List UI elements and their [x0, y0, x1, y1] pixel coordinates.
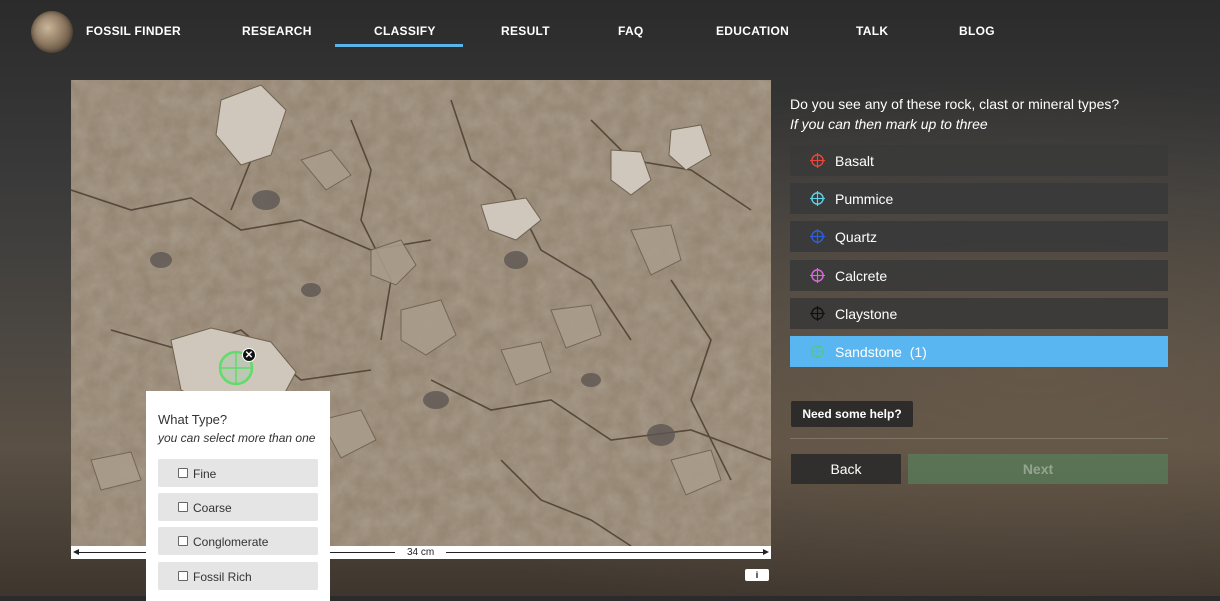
nav-faq[interactable]: FAQ	[618, 24, 644, 38]
checkbox[interactable]	[178, 468, 188, 478]
scale-label: 34 cm	[395, 546, 447, 559]
crosshair-icon	[810, 153, 825, 168]
option-label: Conglomerate	[193, 535, 269, 549]
choice-sandstone[interactable]: Sandstone (1)	[790, 336, 1168, 367]
crosshair-icon	[810, 344, 825, 359]
choice-label: Pummice	[835, 191, 894, 207]
option-coarse[interactable]: Coarse	[158, 493, 318, 521]
crosshair-icon	[810, 191, 825, 206]
next-button[interactable]: Next	[908, 454, 1168, 484]
choice-count: (1)	[909, 344, 927, 360]
nav-classify[interactable]: CLASSIFY	[374, 24, 436, 38]
option-label: Fine	[193, 467, 217, 481]
top-nav: FOSSIL FINDER RESEARCH CLASSIFY RESULT F…	[0, 0, 1220, 64]
option-label: Coarse	[193, 501, 232, 515]
checkbox[interactable]	[178, 536, 188, 546]
nav-blog[interactable]: BLOG	[959, 24, 995, 38]
choice-calcrete[interactable]: Calcrete	[790, 260, 1168, 291]
popup-title: What Type?	[158, 412, 228, 427]
option-conglomerate[interactable]: Conglomerate	[158, 527, 318, 555]
divider	[790, 438, 1168, 439]
choice-label: Basalt	[835, 153, 874, 169]
scale-arrow-left-icon	[73, 549, 79, 555]
info-icon[interactable]: i	[745, 569, 769, 581]
nav-result[interactable]: RESULT	[501, 24, 550, 38]
active-tab-indicator	[335, 44, 463, 47]
nav-research[interactable]: RESEARCH	[242, 24, 312, 38]
question-hint: If you can then mark up to three	[790, 116, 988, 132]
choice-label: Calcrete	[835, 268, 888, 284]
option-fossil-rich[interactable]: Fossil Rich	[158, 562, 318, 590]
fossil-finder-logo[interactable]	[31, 11, 73, 53]
type-selection-popup: What Type? you can select more than one …	[146, 391, 330, 601]
help-button[interactable]: Need some help?	[791, 401, 913, 427]
checkbox[interactable]	[178, 571, 188, 581]
remove-marker-close-icon[interactable]: ✕	[242, 348, 256, 362]
option-label: Fossil Rich	[193, 570, 252, 584]
choice-name: Sandstone	[835, 344, 902, 360]
crosshair-icon	[810, 268, 825, 283]
brand-link[interactable]: FOSSIL FINDER	[86, 24, 181, 38]
choice-claystone[interactable]: Claystone	[790, 298, 1168, 329]
choice-label: Sandstone (1)	[835, 344, 927, 360]
choice-label: Claystone	[835, 306, 898, 322]
back-button[interactable]: Back	[791, 454, 901, 484]
question-text: Do you see any of these rock, clast or m…	[790, 96, 1120, 112]
crosshair-icon	[810, 306, 825, 321]
choice-pummice[interactable]: Pummice	[790, 183, 1168, 214]
choice-basalt[interactable]: Basalt	[790, 145, 1168, 176]
choice-label: Quartz	[835, 229, 878, 245]
popup-subtitle: you can select more than one	[158, 431, 316, 445]
choice-quartz[interactable]: Quartz	[790, 221, 1168, 252]
nav-education[interactable]: EDUCATION	[716, 24, 789, 38]
checkbox[interactable]	[178, 502, 188, 512]
nav-talk[interactable]: TALK	[856, 24, 888, 38]
scale-arrow-right-icon	[763, 549, 769, 555]
crosshair-icon	[810, 229, 825, 244]
option-fine[interactable]: Fine	[158, 459, 318, 487]
